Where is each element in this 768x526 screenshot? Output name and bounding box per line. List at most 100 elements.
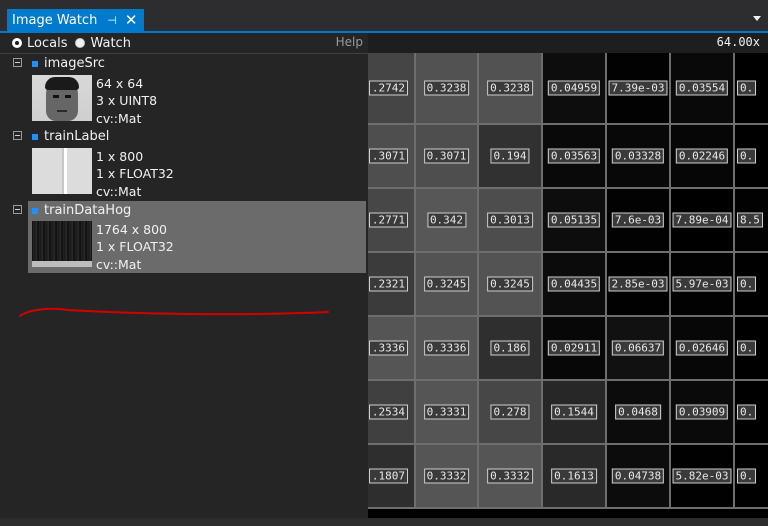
locals-label: Locals <box>27 35 68 51</box>
pixel-cell[interactable]: 0.3013 <box>479 189 543 253</box>
pixel-cell[interactable]: 0.3071 <box>416 125 479 189</box>
pixel-grid[interactable]: .2742 0.3238 0.3238 0.04959 7.39e-03 0.03554 0… <box>368 53 768 518</box>
pixel-cell[interactable]: 0.3245 <box>479 253 543 317</box>
pixel-cell[interactable]: 0.3238 <box>416 53 479 125</box>
pixel-cell[interactable]: .1807 <box>368 445 416 509</box>
close-icon[interactable]: ✕ <box>125 12 138 28</box>
window-options-dropdown-icon[interactable] <box>753 16 761 21</box>
watch-radio[interactable]: Watch <box>75 35 131 51</box>
pin-icon[interactable]: ⊣ <box>107 14 117 27</box>
pixel-cell[interactable]: .2742 <box>368 53 416 125</box>
pixel-viewer[interactable]: 64.00x .2742 0.3238 0.3238 0.04959 7.39e-03 0… <box>368 33 768 518</box>
variable-type: cv::Mat <box>96 110 142 126</box>
pixel-value: 0.3238 <box>423 80 470 96</box>
pixel-cell[interactable]: 0.02646 <box>671 317 735 381</box>
pixel-cell[interactable]: 5.97e-03 <box>671 253 735 317</box>
pixel-value: .3336 <box>368 340 408 356</box>
pixel-value: 7.89e-04 <box>672 212 732 228</box>
watch-label: Watch <box>90 35 131 51</box>
pixel-value: 7.6e-03 <box>611 212 665 228</box>
pixel-cell[interactable]: 0.04738 <box>607 445 671 509</box>
pixel-cell[interactable]: 7.89e-04 <box>671 189 735 253</box>
pixel-cell[interactable]: 0. <box>735 53 768 125</box>
pixel-cell[interactable]: 0.1613 <box>543 445 607 509</box>
pixel-cell[interactable]: 0.03563 <box>543 125 607 189</box>
face-thumbnail-icon <box>32 75 92 121</box>
pixel-cell[interactable]: .2534 <box>368 381 416 445</box>
pixel-cell[interactable]: 0.03909 <box>671 381 735 445</box>
pixel-cell[interactable]: 0.1544 <box>543 381 607 445</box>
pixel-cell[interactable]: 0.3331 <box>416 381 479 445</box>
pixel-cell[interactable]: 0.186 <box>479 317 543 381</box>
variable-channels: 1 x FLOAT32 <box>96 166 174 182</box>
pixel-cell[interactable]: 5.82e-03 <box>671 445 735 509</box>
pixel-cell[interactable]: 7.39e-03 <box>607 53 671 125</box>
variable-item-traindatahog[interactable]: trainDataHog 1764 x 800 1 x FLOAT32 cv::… <box>0 201 368 273</box>
pixel-value: 0.342 <box>426 212 467 228</box>
pixel-cell[interactable]: 0.3332 <box>479 445 543 509</box>
pixel-cell[interactable]: 0.3332 <box>416 445 479 509</box>
pixel-cell[interactable]: 0. <box>735 445 768 509</box>
pixel-cell[interactable]: 0. <box>735 253 768 317</box>
pixel-value: 0.3238 <box>487 80 533 96</box>
pixel-value: 0.02911 <box>547 340 601 356</box>
pixel-cell[interactable]: .3336 <box>368 317 416 381</box>
pixel-cell[interactable]: 0.06637 <box>607 317 671 381</box>
pixel-cell[interactable]: 0.03554 <box>671 53 735 125</box>
variable-item-imagesrc[interactable]: imageSrc 64 x 64 3 x UINT8 cv::Mat <box>0 56 368 126</box>
pixel-value: 0.3336 <box>423 340 470 356</box>
pixel-cell[interactable]: .2771 <box>368 189 416 253</box>
pixel-cell[interactable]: 0.278 <box>479 381 543 445</box>
pixel-cell[interactable]: 0.04435 <box>543 253 607 317</box>
pixel-value: .3071 <box>368 148 408 164</box>
pixel-cell[interactable]: 0.3238 <box>479 53 543 125</box>
pixel-value: 5.82e-03 <box>672 468 732 484</box>
pixel-cell[interactable]: 0. <box>735 125 768 189</box>
pixel-cell[interactable]: 0.3336 <box>416 317 479 381</box>
pixel-cell[interactable]: 0.194 <box>479 125 543 189</box>
pixel-value: 0.03328 <box>611 148 665 164</box>
pixel-cell[interactable]: 0. <box>735 317 768 381</box>
pixel-value: 0. <box>737 80 757 96</box>
pixel-cell[interactable]: 7.6e-03 <box>607 189 671 253</box>
pixel-value: .2742 <box>368 80 408 96</box>
pixel-cell[interactable]: 8.5 <box>735 189 768 253</box>
tool-window-titlebar: Image Watch ⊣ ✕ <box>0 0 768 31</box>
pixel-cell[interactable]: 2.85e-03 <box>607 253 671 317</box>
variable-size: 1764 x 800 <box>96 222 168 237</box>
locals-radio[interactable]: Locals <box>12 36 67 51</box>
variable-item-trainlabel[interactable]: trainLabel 1 x 800 1 x FLOAT32 cv::Mat <box>0 129 368 199</box>
pixel-value: 0.04435 <box>547 276 601 292</box>
pixel-cell[interactable]: 0.05135 <box>543 189 607 253</box>
pixel-value: 0.04959 <box>547 80 601 96</box>
radio-selected-icon <box>12 38 22 48</box>
pixel-cell[interactable]: 0.04959 <box>543 53 607 125</box>
pixel-cell[interactable]: 0.03328 <box>607 125 671 189</box>
pixel-cell[interactable]: 0.02246 <box>671 125 735 189</box>
pixel-cell[interactable]: 0.0468 <box>607 381 671 445</box>
variable-card[interactable]: imageSrc 64 x 64 3 x UINT8 cv::Mat <box>28 56 366 126</box>
label-thumbnail-icon <box>32 148 92 194</box>
pixel-cell[interactable]: .2321 <box>368 253 416 317</box>
pixel-cell[interactable]: 0. <box>735 381 768 445</box>
variable-card-selected[interactable]: trainDataHog 1764 x 800 1 x FLOAT32 cv::… <box>28 201 366 273</box>
pixel-value: 0.3332 <box>487 468 533 484</box>
help-link[interactable]: Help <box>336 35 363 49</box>
collapse-toggle-icon[interactable] <box>13 131 22 140</box>
pixel-cell[interactable]: 0.342 <box>416 189 479 253</box>
pixel-value: 0.05135 <box>547 212 601 228</box>
variable-card[interactable]: trainLabel 1 x 800 1 x FLOAT32 cv::Mat <box>28 129 366 199</box>
variable-channels: 1 x FLOAT32 <box>96 239 174 255</box>
variable-name: imageSrc <box>44 56 105 71</box>
variable-info: 1 x 800 1 x FLOAT32 cv::Mat <box>96 148 174 200</box>
pixel-value: 0.194 <box>490 148 530 164</box>
pixel-cell[interactable]: .3071 <box>368 125 416 189</box>
variable-info: 1764 x 800 1 x FLOAT32 cv::Mat <box>96 221 174 273</box>
tab-image-watch[interactable]: Image Watch ⊣ ✕ <box>7 9 144 31</box>
pixel-cell[interactable]: 0.3245 <box>416 253 479 317</box>
pixel-value: 0. <box>737 276 757 292</box>
variable-name: trainDataHog <box>44 203 132 218</box>
collapse-toggle-icon[interactable] <box>13 58 22 67</box>
pixel-cell[interactable]: 0.02911 <box>543 317 607 381</box>
collapse-toggle-icon[interactable] <box>13 205 22 214</box>
